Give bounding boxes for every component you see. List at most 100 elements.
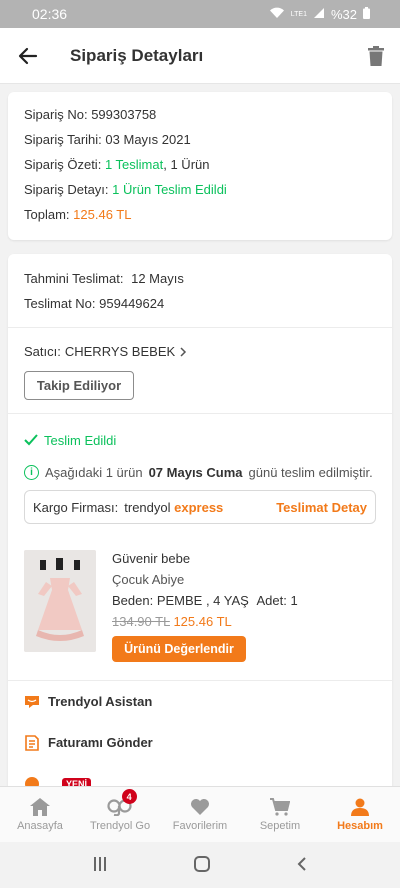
seller-label: Satıcı: (24, 344, 61, 359)
product-image[interactable] (24, 550, 96, 652)
battery-icon (363, 6, 370, 22)
delivery-number-value: 959449624 (99, 296, 165, 311)
seller-name: CHERRYS BEBEK (64, 344, 176, 359)
nav-cart[interactable]: Sepetim (240, 787, 320, 842)
recents-icon (94, 856, 107, 871)
order-number-value: 599303758 (91, 107, 157, 122)
order-detail-content[interactable]: Sipariş No: 599303758 Sipariş Tarihi: 03… (0, 84, 400, 786)
system-back-button[interactable] (296, 856, 308, 875)
estimated-delivery-value: 12 Mayıs (131, 271, 184, 286)
cargo-brand-express: express (174, 499, 224, 515)
back-button[interactable] (0, 28, 56, 84)
menu-item-label: Faturamı Gönder (48, 735, 153, 750)
menu-item-label: Trendyol Asistan (48, 694, 153, 709)
seller-section: Satıcı: CHERRYS BEBEK Takip Ediliyor (8, 328, 392, 414)
quantity-value: 1 (290, 593, 298, 608)
delivered-status: Teslim Edildi (24, 430, 376, 450)
nav-home[interactable]: Anasayfa (0, 787, 80, 842)
check-icon (24, 434, 38, 446)
status-icons: LTE1 %32 (269, 6, 370, 22)
delivery-info-section: Tahmini Teslimat: 12 Mayıs Teslimat No: … (8, 254, 392, 328)
menu-item-assistant[interactable]: Trendyol Asistan (8, 681, 392, 722)
nav-go-label: Trendyol Go (89, 819, 151, 832)
estimated-delivery-row: Tahmini Teslimat: 12 Mayıs (24, 270, 376, 295)
summary-item-count: , 1 Ürün (163, 157, 210, 172)
cargo-company-box: Kargo Firması: trendyol express Teslimat… (24, 490, 376, 524)
product-name: Çocuk Abiye (112, 572, 185, 587)
order-date-value: 03 Mayıs 2021 (105, 132, 191, 147)
info-icon: i (24, 464, 39, 480)
nav-account[interactable]: Hesabım (320, 787, 400, 842)
rate-product-button[interactable]: Ürünü Değerlendir (112, 636, 246, 662)
product-item[interactable]: Güvenir bebe Çocuk Abiye Beden: PEMBE , … (24, 550, 376, 670)
orange-circle-icon (24, 776, 40, 786)
info-date: 07 Mayıs Cuma (148, 464, 243, 480)
delivery-status-section: Teslim Edildi i Aşağıdaki 1 ürün 07 Mayı… (8, 414, 392, 670)
app-header: Sipariş Detayları (0, 28, 400, 84)
product-brand: Güvenir bebe (112, 551, 191, 566)
order-date-row: Sipariş Tarihi: 03 Mayıs 2021 (24, 131, 376, 156)
product-info: Güvenir bebe Çocuk Abiye Beden: PEMBE , … (112, 550, 376, 670)
order-number-row: Sipariş No: 599303758 (24, 106, 376, 131)
chevron-right-icon (180, 346, 187, 357)
order-summary-card: Sipariş No: 599303758 Sipariş Tarihi: 03… (8, 92, 392, 240)
delivery-detail-link[interactable]: Teslimat Detay (276, 500, 367, 515)
cargo-label: Kargo Firması: (33, 499, 119, 515)
delivery-number-row: Teslimat No: 959449624 (24, 295, 376, 320)
home-circle-icon (193, 855, 210, 872)
nav-cart-label: Sepetim (259, 819, 301, 832)
person-icon (351, 798, 369, 816)
delete-button[interactable] (352, 28, 400, 84)
status-time: 02:36 (32, 6, 68, 22)
nav-account-label: Hesabım (337, 819, 383, 832)
info-suffix: günü teslim edilmiştir. (248, 464, 373, 480)
menu-item-invoice[interactable]: Faturamı Gönder (8, 722, 392, 763)
variant-label: Beden: (112, 593, 154, 608)
delivery-number-label: Teslimat No: (24, 296, 96, 311)
old-price: 134.90 TL (112, 614, 170, 629)
menu-item-new[interactable]: YENİ (8, 763, 392, 786)
chat-icon (24, 694, 40, 710)
product-variant: Beden: PEMBE , 4 YAŞ Adet: 1 (112, 592, 376, 613)
cart-icon (270, 797, 290, 816)
order-detail-label: Sipariş Detayı: (24, 182, 109, 197)
variant-value: PEMBE , 4 YAŞ (156, 593, 249, 608)
delivery-card: Tahmini Teslimat: 12 Mayıs Teslimat No: … (8, 254, 392, 786)
current-price: 125.46 TL (173, 614, 232, 629)
order-detail-value: 1 Ürün Teslim Edildi (112, 182, 227, 197)
page-title: Sipariş Detayları (70, 45, 204, 65)
bottom-navigation: Anasayfa 4 Trendyol Go Favorilerim Sepet… (0, 786, 400, 842)
order-total-row: Toplam: 125.46 TL (24, 206, 376, 231)
chevron-left-icon (297, 856, 306, 871)
delivered-status-text: Teslim Edildi (44, 432, 117, 448)
trash-icon (368, 45, 384, 66)
order-total-value: 125.46 TL (73, 207, 132, 222)
order-actions-menu: Trendyol Asistan Faturamı Gönder YENİ (8, 680, 392, 786)
recents-button[interactable] (92, 856, 108, 875)
go-badge: 4 (121, 789, 137, 804)
home-button[interactable] (193, 855, 211, 876)
cargo-brand-name: trendyol (124, 499, 171, 515)
home-icon (30, 797, 50, 816)
order-date-label: Sipariş Tarihi: (24, 132, 102, 147)
signal-icon (313, 7, 325, 22)
seller-link[interactable]: Satıcı: CHERRYS BEBEK (24, 344, 376, 359)
system-navigation (0, 842, 400, 888)
order-summary-row: Sipariş Özeti: 1 Teslimat, 1 Ürün (24, 156, 376, 181)
cargo-brand-logo: trendyol express (124, 500, 223, 515)
delivery-info-line: i Aşağıdaki 1 ürün 07 Mayıs Cuma günü te… (24, 462, 376, 482)
order-summary-label: Sipariş Özeti: (24, 157, 102, 172)
nav-favorites[interactable]: Favorilerim (160, 787, 240, 842)
nav-trendyol-go[interactable]: 4 Trendyol Go (80, 787, 160, 842)
order-detail-row: Sipariş Detayı: 1 Ürün Teslim Edildi (24, 181, 376, 206)
new-badge: YENİ (62, 777, 92, 786)
follow-seller-button[interactable]: Takip Ediliyor (24, 371, 134, 400)
battery-text: %32 (330, 6, 357, 22)
info-prefix: Aşağıdaki 1 ürün (45, 464, 143, 480)
arrow-left-icon (18, 47, 38, 64)
estimated-delivery-label: Tahmini Teslimat: (24, 271, 124, 286)
quantity-label: Adet: (256, 593, 287, 608)
order-total-label: Toplam: (24, 207, 70, 222)
network-indicator: LTE1 (290, 10, 307, 18)
nav-home-label: Anasayfa (17, 819, 63, 832)
